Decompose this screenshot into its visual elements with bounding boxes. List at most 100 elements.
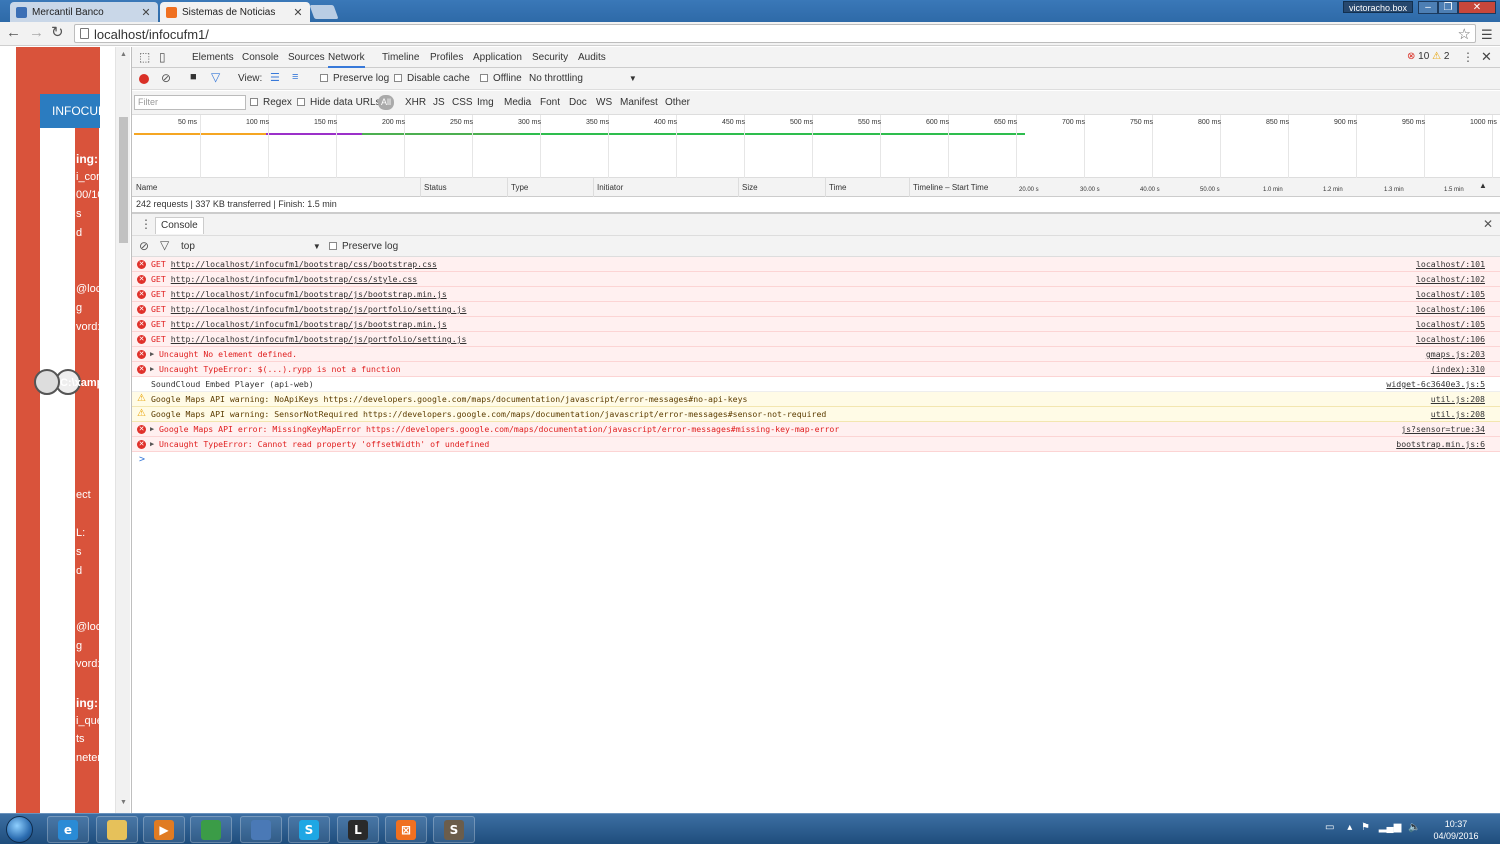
action-center-icon[interactable]: ⚑: [1361, 822, 1370, 833]
hide-data-urls-checkbox[interactable]: Hide data URLs: [297, 97, 381, 108]
scrollbar-thumb[interactable]: [119, 117, 128, 243]
column-type[interactable]: Type: [511, 183, 528, 192]
more-options-icon[interactable]: ⋮: [1462, 50, 1474, 64]
column-status[interactable]: Status: [424, 183, 447, 192]
tab-application[interactable]: Application: [473, 52, 522, 63]
source-link[interactable]: localhost/:101: [1416, 257, 1485, 272]
network-overview-timeline[interactable]: 50 ms 100 ms 150 ms 200 ms 250 ms 300 ms 350 m…: [132, 115, 1500, 178]
reload-icon[interactable]: ↻: [51, 25, 64, 41]
request-url-link[interactable]: http://localhost/infocufm1/bootstrap/js/…: [171, 304, 467, 314]
tab-console[interactable]: Console: [242, 52, 279, 63]
expand-triangle-icon[interactable]: ▶: [150, 347, 154, 362]
checkbox-box[interactable]: [394, 74, 402, 82]
filter-type-font[interactable]: Font: [540, 97, 560, 108]
record-icon[interactable]: [139, 74, 149, 84]
request-url-link[interactable]: http://localhost/infocufm1/bootstrap/js/…: [171, 334, 467, 344]
taskbar-app-chrome[interactable]: [190, 816, 232, 843]
source-link[interactable]: localhost/:106: [1416, 302, 1485, 317]
waterfall-view-icon[interactable]: ≡: [292, 71, 298, 83]
filter-type-img[interactable]: Img: [477, 97, 494, 108]
expand-triangle-icon[interactable]: ▶: [150, 437, 154, 452]
source-link[interactable]: localhost/:106: [1416, 332, 1485, 347]
source-link[interactable]: util.js:208: [1431, 407, 1485, 422]
column-name[interactable]: Name: [136, 183, 157, 192]
window-close-button[interactable]: ✕: [1458, 1, 1496, 14]
console-message[interactable]: ⚠ Google Maps API warning: SensorNotRequi…: [132, 407, 1500, 422]
maximize-button[interactable]: ❐: [1438, 1, 1458, 14]
column-divider[interactable]: [738, 178, 739, 197]
console-message[interactable]: ✕ GET http://localhost/infocufm1/bootstra…: [132, 272, 1500, 287]
console-message[interactable]: ✕ GET http://localhost/infocufm1/bootstra…: [132, 257, 1500, 272]
tab-timeline[interactable]: Timeline: [382, 52, 419, 63]
start-button[interactable]: [6, 816, 33, 843]
console-message[interactable]: ✕ GET http://localhost/infocufm1/bootstra…: [132, 317, 1500, 332]
taskbar-app-xampp[interactable]: ⊠: [385, 816, 427, 843]
console-message[interactable]: ✕ ▶ Uncaught TypeError: Cannot read proper…: [132, 437, 1500, 452]
checkbox-box[interactable]: [480, 74, 488, 82]
page-scrollbar[interactable]: ▲ ▼: [115, 47, 130, 813]
taskbar-app-network-app[interactable]: [240, 816, 282, 843]
tab-elements[interactable]: Elements: [192, 52, 234, 63]
filter-type-media[interactable]: Media: [504, 97, 531, 108]
source-link[interactable]: localhost/:102: [1416, 272, 1485, 287]
column-divider[interactable]: [420, 178, 421, 197]
tab-audits[interactable]: Audits: [578, 52, 606, 63]
new-tab-button[interactable]: [309, 5, 339, 19]
close-icon[interactable]: ✕: [292, 6, 304, 19]
site-brand[interactable]: INFOCUFM: [40, 94, 100, 128]
filter-type-ws[interactable]: WS: [596, 97, 612, 108]
drawer-tab-console[interactable]: Console: [155, 217, 204, 234]
column-time[interactable]: Time: [829, 183, 846, 192]
network-signal-icon[interactable]: ▂▄▆: [1379, 822, 1401, 833]
inspect-element-icon[interactable]: ⬚: [139, 50, 150, 64]
column-size[interactable]: Size: [742, 183, 758, 192]
column-timeline[interactable]: Timeline – Start Time: [913, 183, 988, 192]
taskbar-app-media-player[interactable]: ▶: [143, 816, 185, 843]
console-message[interactable]: SoundCloud Embed Player (api-web) widget-…: [132, 377, 1500, 392]
checkbox-box[interactable]: [320, 74, 328, 82]
source-link[interactable]: js?sensor=true:34: [1401, 422, 1485, 437]
filter-type-manifest[interactable]: Manifest: [620, 97, 658, 108]
clear-console-icon[interactable]: ⊘: [139, 239, 149, 253]
clear-icon[interactable]: ⊘: [161, 71, 171, 85]
throttling-select[interactable]: No throttling ▼: [529, 73, 637, 84]
user-badge[interactable]: victoracho.box: [1343, 1, 1413, 13]
tab-network[interactable]: Network: [328, 52, 365, 68]
expand-triangle-icon[interactable]: ▶: [150, 422, 154, 437]
console-message[interactable]: ⚠ Google Maps API warning: NoApiKeys http…: [132, 392, 1500, 407]
capture-screenshots-icon[interactable]: ■: [190, 71, 197, 83]
column-divider[interactable]: [825, 178, 826, 197]
source-link[interactable]: localhost/:105: [1416, 317, 1485, 332]
console-preserve-log-checkbox[interactable]: Preserve log: [329, 241, 398, 252]
console-message[interactable]: ✕ GET http://localhost/infocufm1/bootstra…: [132, 332, 1500, 347]
request-url-link[interactable]: http://localhost/infocufm1/bootstrap/js/…: [171, 289, 447, 299]
list-view-icon[interactable]: ☰: [270, 71, 280, 84]
sort-up-icon[interactable]: ▲: [1479, 181, 1487, 190]
taskbar-app-league-launcher[interactable]: L: [337, 816, 379, 843]
scroll-up-icon[interactable]: ▲: [120, 51, 127, 58]
keyboard-icon[interactable]: ▭: [1325, 822, 1334, 833]
request-url-link[interactable]: http://localhost/infocufm1/bootstrap/js/…: [171, 319, 447, 329]
console-message[interactable]: ✕ ▶ Uncaught TypeError: $(...).rypp is not…: [132, 362, 1500, 377]
expand-triangle-icon[interactable]: ▶: [150, 362, 154, 377]
tab-sources[interactable]: Sources: [288, 52, 325, 63]
request-url-link[interactable]: http://localhost/infocufm1/bootstrap/css…: [171, 259, 437, 269]
browser-tab-mercantil[interactable]: Mercantil Banco ✕: [10, 2, 158, 22]
forward-arrow-icon[interactable]: →: [29, 25, 44, 41]
network-filter-input[interactable]: Filter: [134, 95, 246, 110]
disable-cache-checkbox[interactable]: Disable cache: [394, 73, 470, 84]
console-prompt[interactable]: >: [132, 452, 1500, 467]
console-message[interactable]: ✕ GET http://localhost/infocufm1/bootstra…: [132, 287, 1500, 302]
column-divider[interactable]: [909, 178, 910, 197]
checkbox-box[interactable]: [250, 98, 258, 106]
back-arrow-icon[interactable]: ←: [6, 25, 21, 41]
filter-type-other[interactable]: Other: [665, 97, 690, 108]
browser-menu-icon[interactable]: ☰: [1481, 27, 1493, 43]
source-link[interactable]: util.js:208: [1431, 392, 1485, 407]
device-toolbar-icon[interactable]: ▯: [159, 50, 166, 64]
filter-type-css[interactable]: CSS: [452, 97, 473, 108]
url-text[interactable]: localhost/infocufm1/: [94, 27, 209, 42]
offline-checkbox[interactable]: Offline: [480, 73, 522, 84]
checkbox-box[interactable]: [297, 98, 305, 106]
source-link[interactable]: localhost/:105: [1416, 287, 1485, 302]
